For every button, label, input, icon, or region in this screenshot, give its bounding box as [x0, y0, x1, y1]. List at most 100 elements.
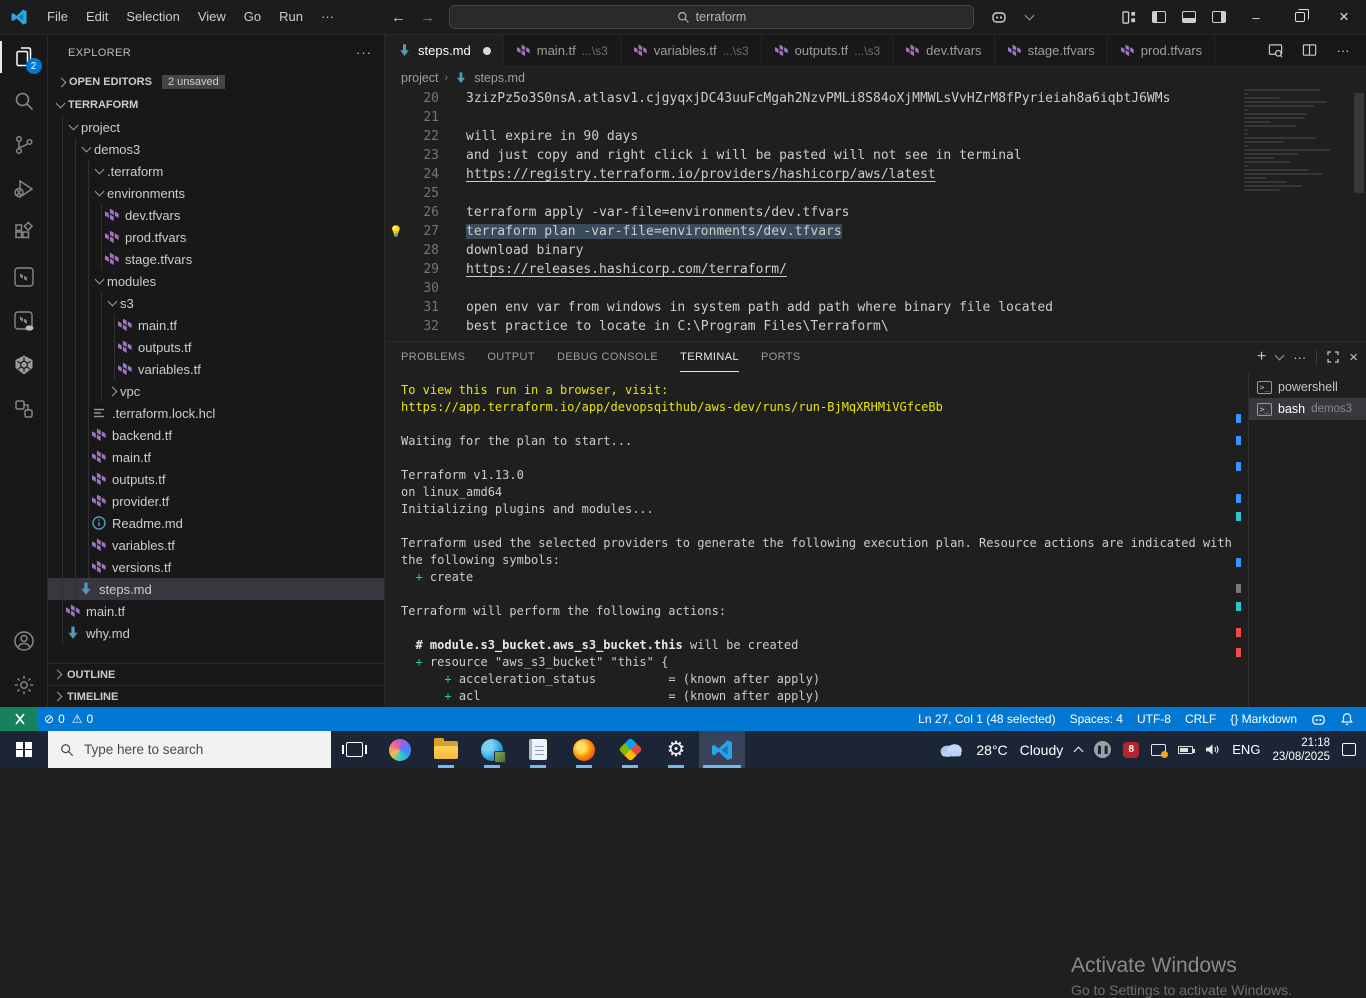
sidebar-more-icon[interactable]: ··· — [356, 45, 372, 60]
tree-item-TERRAFORM[interactable]: TERRAFORM — [48, 94, 384, 116]
taskbar-search[interactable]: Type here to search — [48, 731, 331, 768]
eol-sequence[interactable]: CRLF — [1178, 707, 1223, 731]
editor-scrollbar[interactable] — [1352, 89, 1366, 341]
editor-line-22[interactable]: 22 will expire in 90 days — [385, 127, 1366, 146]
tree-item-.terraform.lock.hcl[interactable]: .terraform.lock.hcl — [48, 402, 384, 424]
menu-file[interactable]: File — [38, 5, 77, 29]
activity-explorer-icon[interactable]: 2 — [0, 35, 48, 79]
tabbar-more-icon[interactable]: ··· — [1328, 38, 1358, 64]
tree-item-prod.tfvars[interactable]: prod.tfvars — [48, 226, 384, 248]
activity-kubernetes-icon[interactable] — [0, 343, 48, 387]
tab-variables.tf[interactable]: variables.tf ...\s3 — [620, 35, 762, 66]
panel-more-icon[interactable]: ··· — [1293, 350, 1306, 365]
terminal-profile-chevron-icon[interactable] — [1274, 350, 1285, 361]
activity-run-debug-icon[interactable] — [0, 167, 48, 211]
tab-steps.md[interactable]: steps.md — [385, 35, 504, 66]
problems-status[interactable]: ⊘ 0 ⚠ 0 — [37, 707, 100, 731]
editor-line-32[interactable]: 32 best practice to locate in C:\Program … — [385, 317, 1366, 336]
tree-item-versions.tf[interactable]: versions.tf — [48, 556, 384, 578]
activity-terraform-icon[interactable] — [0, 255, 48, 299]
activity-remote-explorer-icon[interactable] — [0, 387, 48, 431]
editor-line-24[interactable]: 24 https://registry.terraform.io/provider… — [385, 165, 1366, 184]
editor-line-30[interactable]: 30 — [385, 279, 1366, 298]
tree-item-project[interactable]: project — [48, 116, 384, 138]
tree-item-modules[interactable]: modules — [48, 270, 384, 292]
tree-item-.terraform[interactable]: .terraform — [48, 160, 384, 182]
red-app-tray-icon[interactable]: 8 — [1123, 741, 1140, 758]
tree-item-steps.md[interactable]: steps.md — [48, 578, 384, 600]
activity-extensions-icon[interactable] — [0, 211, 48, 255]
editor-link-text[interactable]: https://releases.hashicorp.com/terraform… — [439, 260, 787, 279]
close-button[interactable]: × — [1322, 0, 1366, 35]
screen-snip-tray-icon[interactable] — [1151, 743, 1169, 758]
open-preview-icon[interactable] — [1260, 38, 1290, 64]
battery-icon[interactable] — [1178, 745, 1196, 754]
tree-item-outputs.tf[interactable]: outputs.tf — [48, 468, 384, 490]
tree-item-outputs.tf[interactable]: outputs.tf — [48, 336, 384, 358]
terminal-instance-bash[interactable]: >_ bash demos3 — [1249, 398, 1366, 420]
editor-line-28[interactable]: 28 download binary — [385, 241, 1366, 260]
start-button[interactable] — [0, 731, 48, 768]
tree-item-variables.tf[interactable]: variables.tf — [48, 534, 384, 556]
toggle-panel-icon[interactable] — [1174, 4, 1204, 30]
editor-line-25[interactable]: 25 — [385, 184, 1366, 203]
editor-line-20[interactable]: 20 3zizPz5o3S0nsA.atlasv1.cjgyqxjDC43uuFc… — [385, 89, 1366, 108]
editor-content[interactable]: 20 3zizPz5o3S0nsA.atlasv1.cjgyqxjDC43uuFc… — [385, 89, 1366, 341]
menu-view[interactable]: View — [189, 5, 235, 29]
tree-item-Readme.md[interactable]: Readme.md — [48, 512, 384, 534]
toggle-primary-sidebar-icon[interactable] — [1144, 4, 1174, 30]
taskbar-settings-icon[interactable]: ⚙ — [653, 731, 699, 768]
tab-prod.tfvars[interactable]: prod.tfvars — [1107, 35, 1216, 66]
weather-condition[interactable]: Cloudy — [1020, 742, 1064, 758]
activity-source-control-icon[interactable] — [0, 123, 48, 167]
task-view-button[interactable] — [331, 731, 377, 768]
restore-button[interactable] — [1278, 0, 1322, 35]
terminal-output[interactable]: To view this run in a browser, visit: htt… — [401, 382, 1231, 707]
activity-accounts-icon[interactable] — [0, 619, 48, 663]
new-terminal-icon[interactable]: + — [1257, 348, 1266, 366]
tree-item-main.tf[interactable]: main.tf — [48, 446, 384, 468]
panel-tab-terminal[interactable]: TERMINAL — [680, 342, 739, 372]
editor-line-29[interactable]: 29 https://releases.hashicorp.com/terrafo… — [385, 260, 1366, 279]
weather-temp[interactable]: 28°C — [976, 742, 1007, 758]
menu-run[interactable]: Run — [270, 5, 312, 29]
unsaved-dot-icon[interactable] — [482, 46, 491, 55]
panel-tab-ports[interactable]: PORTS — [761, 342, 801, 372]
panel-tab-problems[interactable]: PROBLEMS — [401, 342, 465, 372]
tree-item-backend.tf[interactable]: backend.tf — [48, 424, 384, 446]
activity-terraform-cloud-icon[interactable] — [0, 299, 48, 343]
editor-link-text[interactable]: https://registry.terraform.io/providers/… — [439, 165, 936, 184]
taskbar-dev-diamond-icon[interactable] — [607, 731, 653, 768]
encoding[interactable]: UTF-8 — [1130, 707, 1178, 731]
menu-selection[interactable]: Selection — [117, 5, 188, 29]
menu-[interactable]: ··· — [312, 5, 343, 29]
panel-tab-output[interactable]: OUTPUT — [487, 342, 535, 372]
input-language[interactable]: ENG — [1232, 742, 1260, 757]
tree-item-demos3[interactable]: demos3 — [48, 138, 384, 160]
maximize-panel-icon[interactable] — [1327, 351, 1339, 363]
taskbar-vscode-icon[interactable] — [699, 731, 745, 768]
clock[interactable]: 21:18 23/08/2025 — [1272, 736, 1330, 764]
feedback-robot-icon[interactable] — [1304, 707, 1333, 731]
tree-item-provider.tf[interactable]: provider.tf — [48, 490, 384, 512]
editor-line-21[interactable]: 21 — [385, 108, 1366, 127]
remote-indicator[interactable] — [0, 707, 37, 731]
minimize-button[interactable]: – — [1234, 0, 1278, 35]
editor-line-27[interactable]: 💡 27 terraform plan -var-file=environments… — [385, 222, 1366, 241]
tab-dev.tfvars[interactable]: dev.tfvars — [893, 35, 995, 66]
timeline-section[interactable]: TIMELINE — [48, 685, 384, 707]
tab-main.tf[interactable]: main.tf ...\s3 — [503, 35, 621, 66]
terminal-instance-powershell[interactable]: >_ powershell — [1249, 376, 1366, 398]
panel-tab-debug-console[interactable]: DEBUG CONSOLE — [557, 342, 658, 372]
breadcrumb[interactable]: project › steps.md — [385, 67, 1366, 89]
outline-section[interactable]: OUTLINE — [48, 663, 384, 685]
tray-expand-icon[interactable] — [1073, 746, 1084, 756]
editor-line-26[interactable]: 26 terraform apply -var-file=environments… — [385, 203, 1366, 222]
taskbar-file-explorer-icon[interactable] — [423, 731, 469, 768]
open-editors-section[interactable]: OPEN EDITORS 2 unsaved — [48, 70, 384, 94]
taskbar-copilot-icon[interactable] — [377, 731, 423, 768]
editor-line-23[interactable]: 23 and just copy and right click i will b… — [385, 146, 1366, 165]
notifications-bell-icon[interactable] — [1333, 707, 1366, 731]
tab-stage.tfvars[interactable]: stage.tfvars — [994, 35, 1108, 66]
menu-edit[interactable]: Edit — [77, 5, 117, 29]
